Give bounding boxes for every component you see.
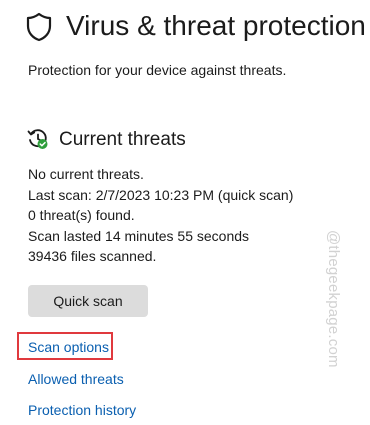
watermark: @thegeekpage.com	[325, 230, 342, 368]
page-subtitle: Protection for your device against threa…	[28, 62, 287, 78]
status-line-threats: No current threats.	[28, 166, 144, 182]
quick-scan-button[interactable]: Quick scan	[28, 285, 148, 317]
page-title: Virus & threat protection	[66, 10, 366, 41]
status-line-files-scanned: 39436 files scanned.	[28, 248, 157, 264]
status-line-last-scan: Last scan: 2/7/2023 10:23 PM (quick scan…	[28, 186, 294, 203]
allowed-threats-link[interactable]: Allowed threats	[28, 370, 124, 388]
check-badge-icon	[37, 139, 48, 149]
status-line-scan-duration: Scan lasted 14 minutes 55 seconds	[28, 227, 250, 244]
shield-icon	[26, 12, 52, 42]
scan-options-link[interactable]: Scan options	[28, 338, 109, 356]
scan-status-block: No current threats. Last scan: 2/7/2023 …	[28, 164, 293, 267]
threats-history-icon	[27, 129, 48, 149]
status-line-threats-found: 0 threat(s) found.	[28, 207, 135, 223]
section-title-current-threats: Current threats	[59, 129, 186, 150]
protection-history-link[interactable]: Protection history	[28, 401, 136, 419]
